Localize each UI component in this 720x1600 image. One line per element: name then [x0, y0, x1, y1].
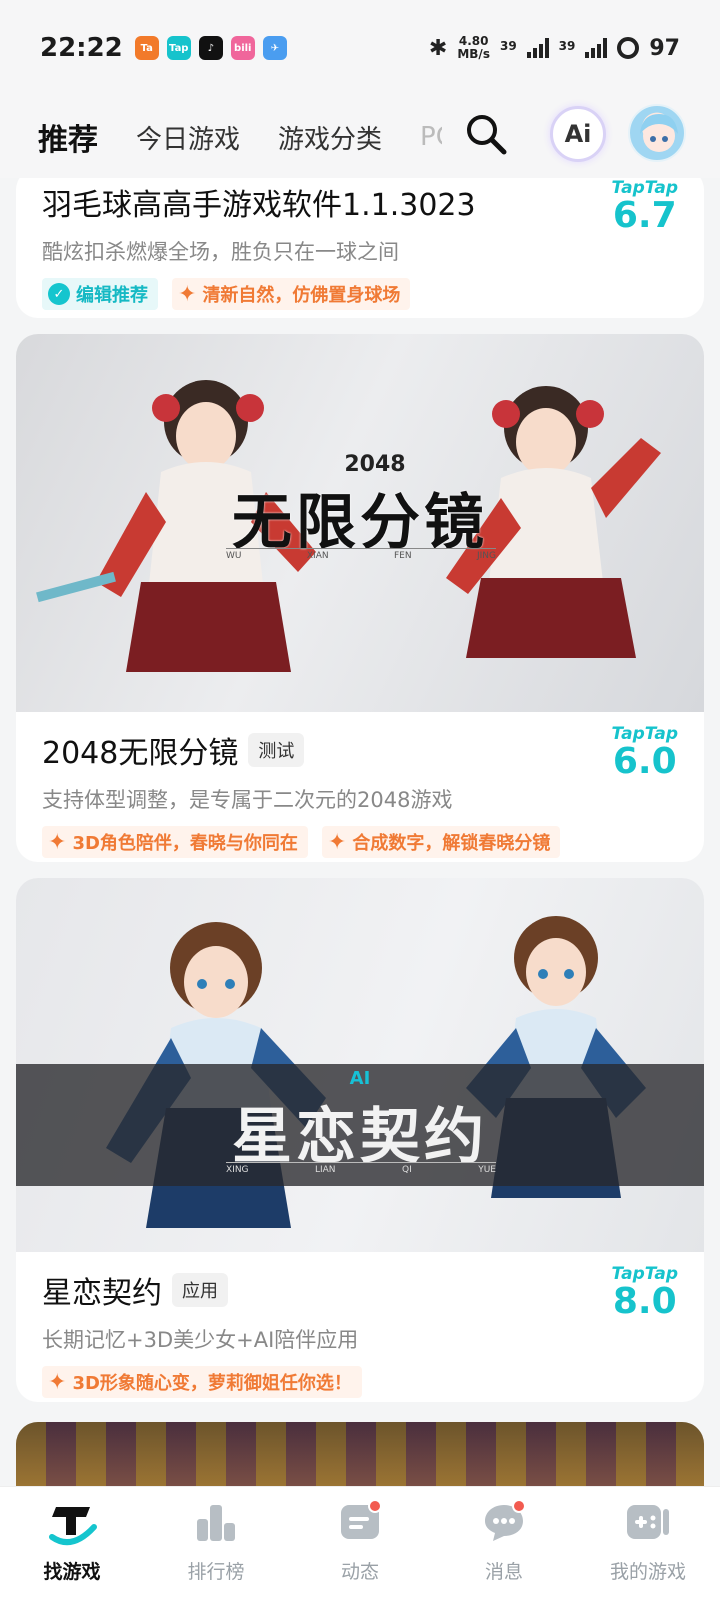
- score-value: 8.0: [612, 1281, 677, 1322]
- game-title-text: 2048无限分镜: [42, 736, 239, 771]
- highlight-chip: ✦ 3D形象随心变，萝莉御姐任你选！: [42, 1366, 362, 1398]
- bottom-tab-my-games[interactable]: 我的游戏: [576, 1487, 720, 1600]
- editor-pick-icon: ✓: [48, 283, 70, 305]
- pinyin-label: WU: [226, 551, 242, 561]
- notification-badge: [512, 1499, 526, 1513]
- bluetooth-icon: ✱: [428, 35, 448, 61]
- avatar-illustration-icon: [640, 114, 678, 152]
- bottom-tab-feed[interactable]: 动态: [288, 1487, 432, 1600]
- game-feed: 羽毛球高高手游戏软件1.1.3023 酷炫扣杀燃爆全场，胜负只在一球之间 ✓ 编…: [0, 178, 720, 1486]
- game-banner-image[interactable]: AI 星恋契约 XING LIAN QI YUE: [16, 878, 704, 1252]
- bottom-tab-messages[interactable]: 消息: [432, 1487, 576, 1600]
- pinyin-label: XING: [226, 1165, 249, 1175]
- taptap-notification-icon: Tap: [166, 36, 191, 60]
- signal-label-2: 39: [558, 39, 576, 53]
- score-value: 6.7: [612, 195, 677, 236]
- net-speed: 4.80 MB/s: [457, 35, 490, 61]
- my-games-icon: [627, 1505, 669, 1539]
- bottom-tab-label: 消息: [484, 1561, 523, 1583]
- game-description: 酷炫扣杀燃爆全场，胜负只在一球之间: [42, 240, 399, 264]
- chip-label: 合成数字，解锁春晓分镜: [352, 833, 551, 854]
- notification-badge: [368, 1499, 382, 1513]
- tiktok-notification-icon: ♪: [198, 36, 223, 60]
- highlight-chip: ✦ 合成数字，解锁春晓分镜: [321, 826, 561, 858]
- game-title-text: 羽毛球高高手游戏软件1.1.3023: [42, 188, 476, 223]
- pinyin-label: XIAN: [306, 551, 329, 561]
- sparkle-icon: ✦: [48, 829, 67, 855]
- game-card[interactable]: 羽毛球高高手游戏软件1.1.3023 酷炫扣杀燃爆全场，胜负只在一球之间 ✓ 编…: [16, 178, 704, 318]
- signal-icon: [526, 38, 549, 58]
- net-speed-unit: MB/s: [457, 47, 490, 61]
- game-chips: ✦ 3D角色陪伴，春晓与你同在 ✦ 合成数字，解锁春晓分镜: [42, 826, 678, 858]
- sparkle-icon: ✦: [178, 281, 197, 307]
- chip-label: 3D角色陪伴，春晓与你同在: [72, 833, 298, 854]
- game-card[interactable]: 2048 无限分镜 WU XIAN FEN JING 2048无限分镜 测试 支…: [16, 334, 704, 862]
- game-banner-image[interactable]: 2048 无限分镜 WU XIAN FEN JING: [16, 334, 704, 712]
- taptap-score: TapTap 6.7: [612, 178, 678, 234]
- bottom-tab-label: 找游戏: [43, 1561, 101, 1583]
- banner-pinyin: XING LIAN QI YUE: [226, 1162, 496, 1175]
- game-tag: 测试: [248, 733, 305, 767]
- banner-artwork: [16, 1422, 704, 1486]
- bilibili-notification-icon: bili: [230, 36, 255, 60]
- rankings-icon: [197, 1505, 235, 1541]
- search-icon[interactable]: [462, 110, 510, 158]
- game-card[interactable]: [16, 1422, 704, 1486]
- ai-assistant-button[interactable]: Ai: [550, 106, 606, 162]
- find-games-icon: [49, 1507, 97, 1546]
- game-chips: ✓ 编辑推荐 ✦ 清新自然，仿佛置身球场: [42, 278, 678, 310]
- status-app-icons: Ta Tap ♪ bili ✈: [134, 36, 287, 60]
- editor-pick-chip: ✓ 编辑推荐: [42, 278, 158, 310]
- signal-label-1: 39: [499, 39, 517, 53]
- game-chips: ✦ 3D形象随心变，萝莉御姐任你选！: [42, 1366, 678, 1398]
- sparkle-icon: ✦: [327, 829, 347, 855]
- game-title: 2048无限分镜 测试: [42, 728, 678, 772]
- sparkle-icon: ✦: [48, 1369, 67, 1395]
- banner-pinyin: WU XIAN FEN JING: [226, 548, 496, 561]
- top-nav: 推荐 今日游戏 游戏分类 PC Ai: [0, 96, 720, 178]
- taptap-score: TapTap 8.0: [612, 1264, 678, 1320]
- bottom-tab-label: 动态: [340, 1561, 379, 1583]
- pinyin-label: QI: [402, 1165, 412, 1175]
- game-title-text: 星恋契约: [42, 1276, 162, 1311]
- highlight-chip: ✦ 清新自然，仿佛置身球场: [172, 278, 411, 310]
- pinyin-label: LIAN: [314, 1165, 336, 1175]
- pinyin-label: JING: [476, 551, 496, 561]
- game-title: 羽毛球高高手游戏软件1.1.3023: [42, 180, 678, 224]
- bottom-tab-label: 排行榜: [187, 1561, 245, 1583]
- user-avatar[interactable]: [628, 104, 686, 162]
- status-time: 22:22: [40, 33, 123, 63]
- pinyin-label: FEN: [393, 551, 412, 561]
- chip-label: 编辑推荐: [76, 285, 148, 306]
- bottom-tab-rankings[interactable]: 排行榜: [144, 1487, 288, 1600]
- score-value: 6.0: [612, 741, 677, 782]
- chip-label: 清新自然，仿佛置身球场: [202, 285, 401, 306]
- game-title: 星恋契约 应用: [42, 1268, 678, 1312]
- game-description: 长期记忆+3D美少女+AI陪伴应用: [42, 1328, 359, 1352]
- game-description: 支持体型调整，是专属于二次元的2048游戏: [42, 788, 453, 812]
- highlight-chip: ✦ 3D角色陪伴，春晓与你同在: [42, 826, 308, 858]
- game-card[interactable]: AI 星恋契约 XING LIAN QI YUE 星恋契约 应用 长期记忆+3D…: [16, 878, 704, 1402]
- status-bar: 22:22 Ta Tap ♪ bili ✈ ✱ 4.80 MB/s 39 39 …: [0, 0, 720, 96]
- ai-assistant-label: Ai: [564, 120, 592, 148]
- game-tag: 应用: [172, 1273, 228, 1307]
- pinyin-label: YUE: [478, 1165, 496, 1175]
- battery-icon: [617, 37, 640, 59]
- bottom-tab-find-games[interactable]: 找游戏: [0, 1487, 144, 1600]
- telegram-notification-icon: ✈: [262, 36, 287, 60]
- banner-subtitle: AI: [349, 1068, 371, 1089]
- status-indicators: ✱ 4.80 MB/s 39 39 97: [429, 35, 680, 61]
- signal-icon: [585, 38, 608, 58]
- tab-recommend[interactable]: 推荐: [34, 115, 102, 159]
- taptap-score: TapTap 6.0: [612, 724, 678, 780]
- tab-today-games[interactable]: 今日游戏: [136, 119, 240, 156]
- bottom-tab-label: 我的游戏: [609, 1561, 686, 1583]
- app-notification-icon: Ta: [134, 36, 159, 60]
- tab-pc[interactable]: PC: [420, 122, 442, 152]
- tab-game-categories[interactable]: 游戏分类: [278, 119, 382, 156]
- bottom-nav: 找游戏 排行榜 动态 消息 我的游戏: [0, 1486, 720, 1600]
- battery-level: 97: [649, 35, 680, 61]
- game-banner-image[interactable]: [16, 1422, 704, 1486]
- chip-label: 3D形象随心变，萝莉御姐任你选！: [72, 1373, 352, 1394]
